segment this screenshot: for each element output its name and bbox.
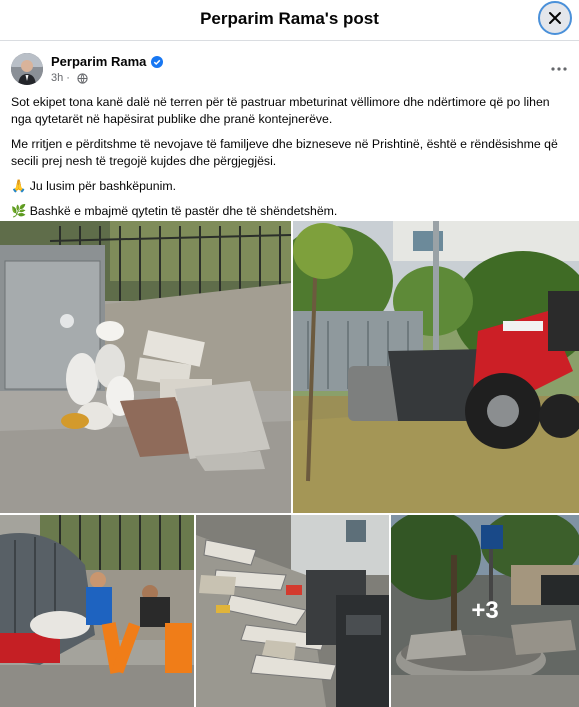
post-time[interactable]: 3h <box>51 72 63 84</box>
post-meta: 3h · <box>51 72 88 84</box>
photo-debris[interactable] <box>196 515 389 707</box>
dialog-title: Perparim Rama's post <box>200 9 379 28</box>
author-name-row: Perparim Rama <box>51 54 164 69</box>
verified-badge-icon <box>151 55 164 68</box>
more-photos-count: +3 <box>471 597 499 624</box>
avatar-image <box>11 53 43 85</box>
post-paragraph-2: Me rritjen e përditshme të nevojave të f… <box>11 137 558 168</box>
more-photos-overlay: +3 <box>391 515 579 707</box>
photo-workers[interactable] <box>0 515 194 707</box>
author-avatar[interactable] <box>11 53 43 85</box>
post-text: Sot ekipet tona kanë dalë në terren për … <box>11 94 567 228</box>
author-name[interactable]: Perparim Rama <box>51 54 146 69</box>
close-button[interactable] <box>538 1 572 35</box>
photo-more[interactable]: +3 <box>391 515 579 707</box>
photo-loader[interactable] <box>293 221 579 513</box>
more-options-button[interactable] <box>546 60 572 78</box>
globe-icon <box>77 72 88 84</box>
post-paragraph-3: 🙏 Ju lusim për bashkëpunim. <box>11 179 176 193</box>
more-options-icon <box>551 67 567 71</box>
post-paragraph-1: Sot ekipet tona kanë dalë në terren për … <box>11 95 550 126</box>
photo-grid: +3 <box>0 221 579 707</box>
close-icon <box>549 12 561 24</box>
post-dialog-header: Perparim Rama's post <box>0 0 579 41</box>
meta-separator: · <box>66 72 70 84</box>
photo-waste-bags[interactable] <box>0 221 291 513</box>
post-paragraph-4: 🌿 Bashkë e mbajmë qytetin të pastër dhe … <box>11 204 338 218</box>
